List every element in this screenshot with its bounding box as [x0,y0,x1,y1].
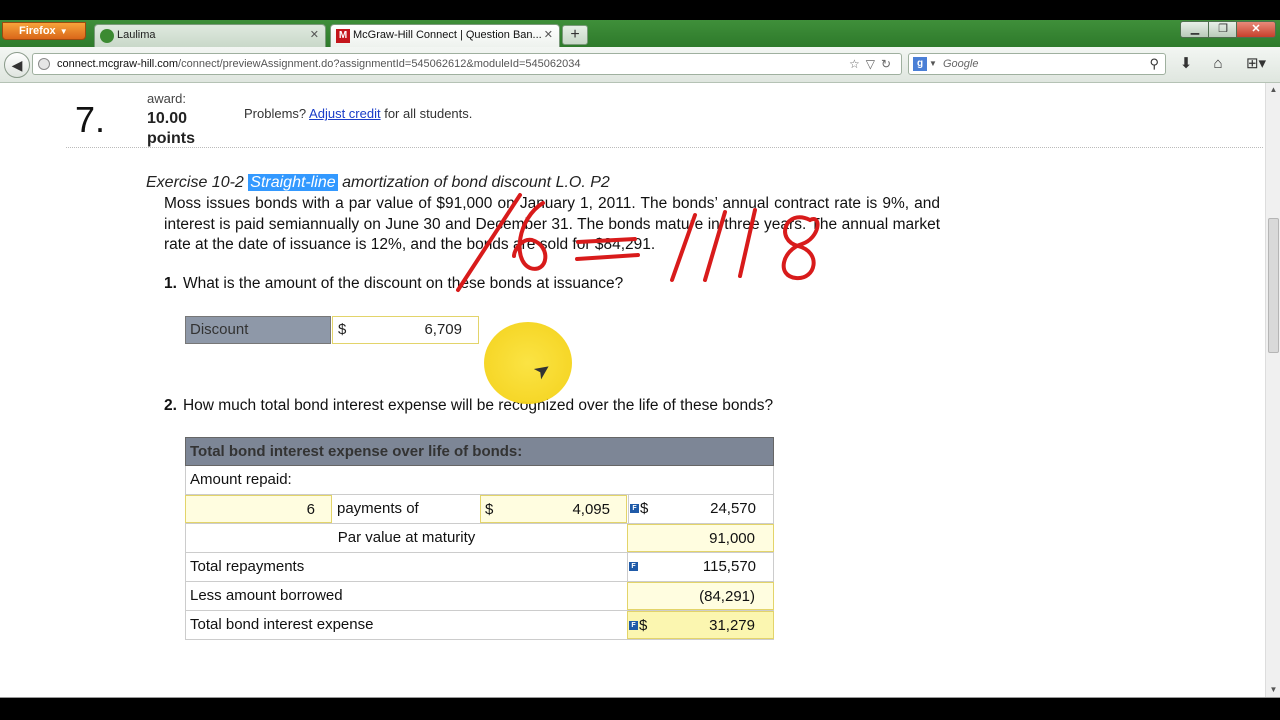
payments-count-value: 6 [306,501,315,518]
laulima-favicon-icon [100,29,114,43]
exercise-title-prefix: Exercise 10-2 [146,174,244,191]
addon-menu-icon[interactable]: ⊞▾ [1242,55,1270,73]
divider [66,147,1263,148]
home-icon[interactable]: ⌂ [1208,55,1228,73]
table-row: Amount repaid: [185,466,774,495]
table-row: Total bond interest expense F $31,279 [185,611,774,640]
question-1: 1. What is the amount of the discount on … [164,275,623,293]
less-borrowed-value: (84,291) [699,588,755,605]
award-points: 10.00 points [147,110,195,147]
formula-icon[interactable]: F [629,621,638,630]
payments-of-label: payments of [337,500,419,517]
currency-symbol: $ [639,617,648,634]
question-2-number: 2. [164,397,177,414]
total-repayments-value: 115,570 [702,558,756,575]
par-value-label: Par value at maturity [337,529,476,546]
total-repayments-cell: F 115,570 [627,553,774,581]
adjust-credit-link[interactable]: Adjust credit [309,106,381,121]
discount-label: Discount [185,316,331,344]
par-value-value: 91,000 [709,530,755,547]
tab-title: McGraw-Hill Connect | Question Ban... [353,29,542,41]
google-engine-icon[interactable]: g [913,57,927,71]
scroll-up-icon[interactable]: ▲ [1266,83,1280,97]
table-row: 6 payments of $4,095 F $24,570 [185,495,774,524]
currency-symbol: $ [485,501,494,518]
page-content: 7. award: 10.00 points Problems? Adjust … [0,83,1265,697]
search-icon[interactable]: ⚲ [1149,54,1159,74]
new-tab-button[interactable]: + [562,25,588,45]
mcgraw-hill-favicon-icon: M [336,29,350,43]
chevron-down-icon: ▼ [59,27,68,36]
question-2-text: How much total bond interest expense wil… [182,397,774,414]
exercise-title: Exercise 10-2 Straight-line amortization… [146,174,610,192]
problems-suffix: for all students. [384,106,473,121]
close-icon[interactable]: ✕ [544,25,553,46]
table-row: Par value at maturity 91,000 [185,524,774,553]
selected-text[interactable]: Straight-line [248,174,338,191]
question-2: 2. How much total bond interest expense w… [164,397,773,415]
table-row: Less amount borrowed (84,291) [185,582,774,611]
scrollbar-thumb[interactable] [1268,218,1279,353]
download-icon[interactable]: ⬇ [1176,55,1196,73]
url-path: /connect/previewAssignment.do?assignment… [178,58,581,70]
question-number: 7. [75,99,106,140]
chevron-down-icon[interactable]: ▼ [929,54,937,74]
screen-bottom-bar [0,697,1280,720]
question-1-number: 1. [164,275,177,292]
less-borrowed-input[interactable]: (84,291) [627,582,774,610]
problems-note: Problems? Adjust credit for all students… [244,106,472,121]
cursor-highlight [484,322,572,404]
search-input[interactable]: g ▼ Google ⚲ [908,53,1166,75]
screen-top-bar [0,0,1280,20]
discount-input[interactable]: $ 6,709 [332,316,479,344]
par-value-input[interactable]: 91,000 [627,524,774,552]
window-close-button[interactable]: ✕ [1236,21,1276,38]
url-bar-icons[interactable]: ☆▽↻ [849,54,897,74]
firefox-menu-label: Firefox [19,25,56,37]
payments-count-input[interactable]: 6 [185,495,332,523]
tab-mcgraw-hill-connect[interactable]: M McGraw-Hill Connect | Question Ban... … [330,24,560,47]
discount-value: 6,709 [424,321,462,338]
total-expense-label: Total bond interest expense [190,616,374,633]
formula-icon[interactable]: F [629,562,638,571]
table-row: Total repayments F 115,570 [185,553,774,582]
payments-total-value: 24,570 [710,500,756,517]
minimize-button[interactable]: ▁ [1180,21,1210,38]
maximize-button[interactable]: ❐ [1208,21,1238,38]
firefox-menu-button[interactable]: Firefox ▼ [2,22,86,40]
url-bar[interactable]: connect.mcgraw-hill.com/connect/previewA… [32,53,902,75]
site-identity-icon[interactable] [38,58,50,70]
tab-title: Laulima [117,29,156,41]
formula-icon[interactable]: F [630,504,639,513]
currency-symbol: $ [640,500,649,517]
total-expense-value: 31,279 [709,617,755,634]
amount-repaid-label: Amount repaid: [190,471,292,488]
payments-total-cell: F $24,570 [628,495,774,523]
currency-symbol: $ [338,321,347,338]
interest-expense-table: Total bond interest expense over life of… [185,437,774,640]
search-placeholder: Google [943,58,979,70]
award-label: award: [147,91,187,106]
payment-amount-input[interactable]: $4,095 [480,495,627,523]
question-1-text: What is the amount of the discount on th… [182,275,624,292]
problems-prefix: Problems? [244,106,307,121]
exercise-title-suffix: amortization of bond discount L.O. P2 [342,174,610,191]
close-icon[interactable]: ✕ [310,25,319,46]
scroll-down-icon[interactable]: ▼ [1266,683,1280,697]
url-domain: connect.mcgraw-hill.com [57,58,179,70]
exercise-body: Moss issues bonds with a par value of $9… [164,195,940,253]
payment-amount-value: 4,095 [572,501,610,518]
total-expense-cell: F $31,279 [627,611,774,639]
tab-laulima[interactable]: Laulima ✕ [94,24,326,47]
vertical-scrollbar[interactable]: ▲ ▼ [1265,83,1280,697]
total-repayments-label: Total repayments [190,558,305,575]
back-button[interactable]: ◀ [4,52,30,78]
less-borrowed-label: Less amount borrowed [190,587,343,604]
table-header: Total bond interest expense over life of… [185,437,774,466]
